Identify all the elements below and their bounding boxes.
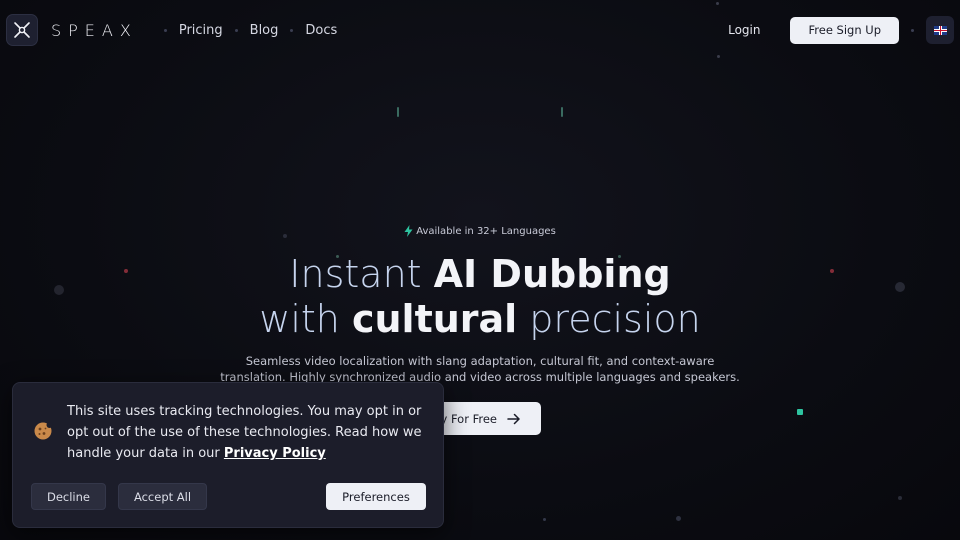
brand-wordmark[interactable]: SPEAX [51, 21, 138, 40]
arrow-right-icon [507, 413, 520, 424]
nav-actions: Login Free Sign Up [728, 14, 954, 46]
hero-title-line1: Instant AI Dubbing [0, 252, 960, 296]
particle [797, 409, 803, 415]
particle [397, 107, 399, 117]
subtitle-line: Seamless video localization with slang a… [245, 354, 715, 368]
hero-subtitle: Seamless video localization with slang a… [0, 353, 960, 385]
particle [561, 107, 563, 117]
languages-badge: Available in 32+ Languages [0, 225, 960, 237]
nav-separator [290, 28, 294, 32]
preferences-button[interactable]: Preferences [326, 483, 426, 510]
title-bold-text: AI Dubbing [433, 252, 671, 296]
lightning-icon [404, 225, 413, 237]
nav-link-docs[interactable]: Docs [305, 23, 337, 38]
top-nav: SPEAX Pricing Blog Docs Login Free Sign … [6, 14, 954, 46]
nav-links: Pricing Blog Docs [152, 23, 337, 38]
nav-separator [163, 28, 167, 32]
accept-all-button[interactable]: Accept All [118, 483, 207, 510]
language-switcher[interactable] [926, 16, 954, 44]
login-link[interactable]: Login [728, 23, 760, 37]
particle [716, 2, 719, 5]
badge-text: Available in 32+ Languages [416, 225, 556, 237]
cookie-icon [34, 422, 53, 440]
uk-flag-icon [933, 25, 947, 35]
try-button-label: ry For Free [435, 411, 497, 426]
nav-link-pricing[interactable]: Pricing [179, 23, 223, 38]
page: SPEAX Pricing Blog Docs Login Free Sign … [0, 0, 960, 540]
particle [717, 55, 720, 58]
particle [676, 516, 681, 521]
title-light-text: with [259, 297, 352, 341]
free-signup-button[interactable]: Free Sign Up [790, 16, 899, 44]
nav-separator [234, 28, 238, 32]
title-light-text: precision [517, 297, 701, 341]
nav-separator [911, 28, 914, 32]
particle [898, 496, 902, 500]
nav-link-blog[interactable]: Blog [250, 23, 279, 38]
cookie-message: This site uses tracking technologies. Yo… [67, 401, 423, 464]
logo-icon[interactable] [6, 14, 38, 46]
title-bold-text: cultural [351, 297, 518, 341]
hero-title-line2: with cultural precision [0, 297, 960, 341]
privacy-policy-link[interactable]: Privacy Policy [224, 446, 326, 461]
decline-button[interactable]: Decline [31, 483, 106, 510]
cookie-consent-banner: This site uses tracking technologies. Yo… [12, 382, 444, 528]
title-light-text: Instant [289, 252, 434, 296]
particle [543, 518, 546, 521]
